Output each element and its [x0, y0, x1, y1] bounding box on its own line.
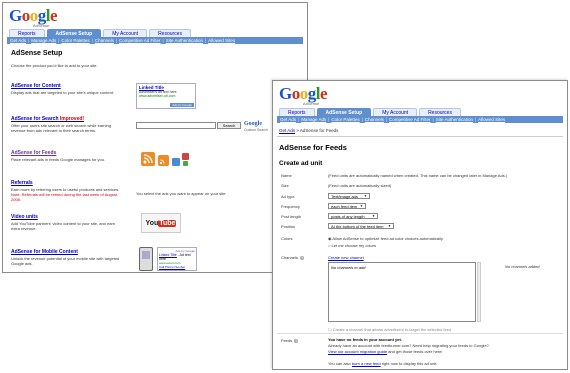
channels-label: Channels ? — [281, 255, 305, 260]
subnav-manage-ads[interactable]: Manage Ads — [31, 38, 56, 43]
feedburner-help-text: Already have an account with feedburner.… — [328, 343, 489, 348]
youtube-logo: You Tube — [141, 213, 181, 233]
page-intro: Choose the product you'd like to add to … — [11, 63, 98, 68]
ad-type-select[interactable]: Text/image ads ▼ — [328, 193, 370, 199]
sub-navigation: Get Ads | Manage Ads | Color Palettes | Cha… — [277, 116, 563, 123]
section-title: Create ad unit — [279, 160, 323, 167]
migration-guide-link[interactable]: View our account migration guide — [328, 349, 387, 354]
page-title: AdSense for Feeds — [279, 143, 347, 152]
subnav-competitive-ad-filter[interactable]: Competitive Ad Filter — [119, 38, 161, 43]
adsense-for-search-link[interactable]: AdSense for Search — [11, 116, 59, 122]
improved-badge: Improved! — [59, 116, 85, 122]
product-video-units: Video units Add YouTube partners' video … — [11, 214, 121, 231]
divider — [277, 136, 563, 137]
product-referrals: Referrals Earn more by referring users t… — [11, 180, 126, 202]
adsense-for-feeds-link[interactable]: AdSense for Feeds — [11, 150, 121, 156]
position-label: Position — [281, 224, 296, 229]
search-preview-input — [136, 122, 216, 129]
subnav-get-ads[interactable]: Get Ads — [10, 38, 26, 43]
mobile-ad-preview: Ads by Google Linked Title - Ad text her… — [157, 247, 197, 271]
added-channels-list: No channels added — [505, 264, 540, 269]
product-adsense-for-content: AdSense for Content Display ads that are… — [11, 83, 121, 95]
divider — [277, 333, 563, 334]
adsense-setup-window: Google AdSense Reports AdSense Setup My … — [2, 2, 308, 273]
subnav-allowed-sites[interactable]: Allowed Sites — [208, 38, 235, 43]
size-value: (Feed units are automatically sized) — [328, 183, 392, 188]
available-channels-list[interactable]: No channels to add — [328, 262, 476, 322]
custom-search-label: Custom Search — [244, 128, 269, 132]
help-icon[interactable]: ? — [294, 338, 299, 343]
referrals-preview-text: You select the ads you want to appear on… — [136, 191, 226, 196]
subnav-get-ads[interactable]: Get Ads — [280, 117, 296, 122]
channel-targeting-checkbox[interactable]: ☐ Create a channel that allows advertise… — [328, 327, 451, 332]
sub-navigation: Get Ads | Manage Ads | Color Palettes | Cha… — [7, 37, 303, 44]
breadcrumb: Get Ads > AdSense for Feeds — [279, 128, 339, 133]
burn-feed-line: You can also burn a new feed right now t… — [328, 361, 438, 366]
adsense-logo-sub: AdSense — [33, 23, 50, 28]
help-icon[interactable]: ? — [300, 255, 305, 260]
post-length-select[interactable]: posts of any length ▼ — [328, 213, 378, 219]
google-mini-logo: Google — [244, 121, 262, 127]
referrals-note: Note: Referrals will be retired during t… — [11, 192, 118, 202]
subnav-allowed-sites[interactable]: Allowed Sites — [478, 117, 505, 122]
frequency-select[interactable]: each feed item ▼ — [328, 203, 366, 209]
subnav-channels[interactable]: Channels — [365, 117, 384, 122]
search-preview-button: Search — [217, 122, 241, 129]
channels-scrollbar[interactable] — [477, 262, 481, 322]
adsense-for-content-link[interactable]: AdSense for Content — [11, 83, 121, 89]
product-adsense-for-mobile: AdSense for Mobile Content Unlock the re… — [11, 249, 121, 266]
colors-option-manual[interactable]: ○ Let me choose my colors — [328, 243, 376, 248]
adsense-logo-sub: AdSense — [303, 101, 320, 106]
product-adsense-for-feeds: AdSense for Feeds Place relevant ads in … — [11, 150, 121, 162]
mobile-phone-icon — [139, 247, 153, 271]
ad-type-label: Ad type — [281, 194, 295, 199]
name-value: (Feed units are automatically named when… — [328, 173, 508, 178]
page-title: AdSense Setup — [11, 50, 63, 57]
name-label: Name — [281, 173, 292, 178]
subnav-site-authentication[interactable]: Site Authentication — [436, 117, 473, 122]
feeds-label: Feeds ? — [281, 338, 299, 343]
colors-label: Colors — [281, 236, 293, 241]
video-units-link[interactable]: Video units — [11, 214, 121, 220]
position-select[interactable]: At the bottom of the feed item ▼ — [328, 223, 394, 229]
burn-new-feed-link[interactable]: burn a new feed — [352, 361, 381, 366]
referrals-link[interactable]: Referrals — [11, 180, 126, 186]
subnav-color-palettes[interactable]: Color Palettes — [61, 38, 89, 43]
create-new-channel-link[interactable]: Create new channel — [328, 255, 364, 260]
subnav-channels[interactable]: Channels — [95, 38, 114, 43]
content-ad-preview: Linked Title Advertiser's ad text here w… — [136, 83, 196, 109]
breadcrumb-get-ads[interactable]: Get Ads — [279, 128, 295, 133]
colors-option-auto[interactable]: ◉ Allow AdSense to optimize feed ad colo… — [328, 236, 443, 241]
adsense-for-mobile-link[interactable]: AdSense for Mobile Content — [11, 249, 121, 255]
size-label: Size — [281, 183, 289, 188]
subnav-site-authentication[interactable]: Site Authentication — [166, 38, 203, 43]
frequency-label: Frequency — [281, 204, 300, 209]
product-adsense-for-search: AdSense for Search Improved! Offer your … — [11, 116, 111, 133]
post-length-label: Post length — [281, 214, 302, 219]
subnav-manage-ads[interactable]: Manage Ads — [301, 117, 326, 122]
adsense-for-feeds-window: Google AdSense Reports AdSense Setup My … — [272, 80, 568, 370]
subnav-competitive-ad-filter[interactable]: Competitive Ad Filter — [389, 117, 431, 122]
feed-icons — [141, 151, 191, 169]
migration-guide-line: View our account migration guide and get… — [328, 349, 443, 354]
no-feeds-message: You have no feeds in your account yet. — [328, 337, 402, 342]
rss-feed-icon — [141, 152, 189, 166]
subnav-color-palettes[interactable]: Color Palettes — [331, 117, 359, 122]
